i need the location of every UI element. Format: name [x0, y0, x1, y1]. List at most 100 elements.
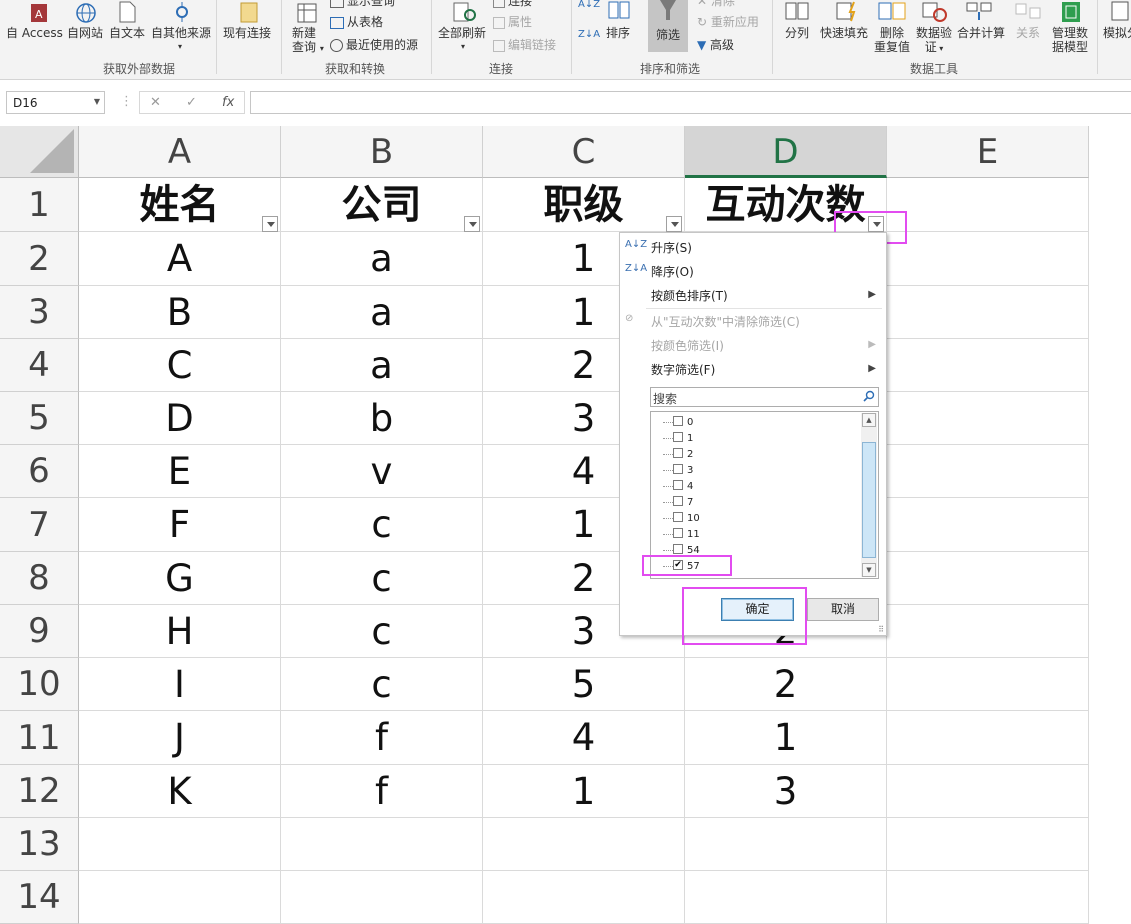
table-cell[interactable] — [887, 339, 1089, 392]
what-if-analysis-button[interactable]: 模拟分 — [1103, 26, 1131, 40]
table-cell[interactable]: E — [79, 445, 281, 498]
checkbox[interactable] — [673, 448, 683, 458]
table-cell[interactable] — [685, 871, 887, 924]
table-cell[interactable]: c — [281, 605, 483, 658]
table-cell[interactable] — [483, 871, 685, 924]
table-cell[interactable]: b — [281, 392, 483, 445]
table-cell[interactable]: I — [79, 658, 281, 711]
table-cell[interactable]: C — [79, 339, 281, 392]
filter-dropdown-icon[interactable] — [464, 216, 480, 232]
table-cell[interactable]: B — [79, 286, 281, 339]
row-header[interactable]: 14 — [0, 871, 79, 924]
table-cell[interactable] — [887, 605, 1089, 658]
table-cell[interactable] — [887, 711, 1089, 765]
table-cell[interactable]: v — [281, 445, 483, 498]
from-other-sources-button[interactable]: 自其他来源 — [151, 26, 211, 40]
table-cell[interactable] — [887, 871, 1089, 924]
checkbox[interactable] — [673, 528, 683, 538]
sort-by-color-item[interactable]: 按颜色排序(T) — [651, 287, 728, 304]
filter-value-item[interactable]: 3 — [673, 463, 693, 478]
table-cell[interactable] — [281, 871, 483, 924]
table-cell[interactable]: J — [79, 711, 281, 765]
scroll-down-icon[interactable]: ▼ — [862, 563, 876, 577]
scrollbar-thumb[interactable] — [862, 442, 876, 558]
table-cell[interactable] — [281, 818, 483, 871]
text-to-columns-button[interactable]: 分列 — [785, 26, 809, 40]
table-cell[interactable]: 1 — [483, 765, 685, 818]
scroll-up-icon[interactable]: ▲ — [862, 413, 876, 427]
header-cell[interactable]: 职级 — [483, 178, 685, 232]
filter-dropdown-icon[interactable] — [262, 216, 278, 232]
connections-button[interactable]: 连接 — [493, 0, 532, 8]
table-cell[interactable] — [685, 818, 887, 871]
table-cell[interactable]: H — [79, 605, 281, 658]
checkbox[interactable] — [673, 480, 683, 490]
column-header-b[interactable]: B — [281, 126, 483, 178]
recent-sources-button[interactable]: 最近使用的源 — [330, 38, 418, 52]
header-cell[interactable]: 公司 — [281, 178, 483, 232]
cancel-button[interactable]: 取消 — [807, 598, 879, 621]
manage-data-model-button[interactable]: 管理数 据模型 — [1052, 26, 1088, 54]
table-cell[interactable]: 2 — [685, 658, 887, 711]
table-cell[interactable] — [79, 818, 281, 871]
from-text-button[interactable]: 自文本 — [109, 26, 145, 40]
table-cell[interactable]: F — [79, 498, 281, 552]
column-header-a[interactable]: A — [79, 126, 281, 178]
consolidate-button[interactable]: 合并计算 — [957, 26, 1005, 40]
table-cell[interactable] — [887, 498, 1089, 552]
filter-value-item[interactable]: 11 — [673, 527, 700, 542]
remove-duplicates-button[interactable]: 删除 重复值 — [874, 26, 910, 54]
row-header[interactable]: 12 — [0, 765, 79, 818]
table-cell[interactable]: D — [79, 392, 281, 445]
filter-value-item[interactable]: 1 — [673, 431, 693, 446]
show-queries-button[interactable]: 显示查询 — [330, 0, 395, 8]
column-header-e[interactable]: E — [887, 126, 1089, 178]
table-cell[interactable] — [79, 871, 281, 924]
number-filters-item[interactable]: 数字筛选(F) — [651, 361, 715, 378]
row-header[interactable]: 3 — [0, 286, 79, 339]
table-cell[interactable]: c — [281, 552, 483, 605]
table-cell[interactable] — [887, 445, 1089, 498]
row-header[interactable]: 1 — [0, 178, 79, 232]
enter-icon[interactable]: ✓ — [186, 95, 197, 110]
insert-function-icon[interactable]: fx — [222, 95, 234, 110]
checkbox[interactable] — [673, 416, 683, 426]
column-header-d[interactable]: D — [685, 126, 887, 178]
column-header-c[interactable]: C — [483, 126, 685, 178]
table-cell[interactable]: f — [281, 711, 483, 765]
filter-dropdown-icon[interactable] — [666, 216, 682, 232]
chevron-down-icon[interactable]: ▼ — [94, 97, 100, 106]
table-cell[interactable]: 5 — [483, 658, 685, 711]
filter-value-item[interactable]: 0 — [673, 415, 693, 430]
filter-value-item[interactable]: 10 — [673, 511, 700, 526]
table-cell[interactable]: a — [281, 339, 483, 392]
refresh-all-button[interactable]: 全部刷新 — [438, 26, 486, 40]
checkbox[interactable] — [673, 496, 683, 506]
table-cell[interactable]: f — [281, 765, 483, 818]
row-header[interactable]: 7 — [0, 498, 79, 552]
table-cell[interactable]: c — [281, 658, 483, 711]
header-cell[interactable]: 姓名 — [79, 178, 281, 232]
table-cell[interactable] — [887, 818, 1089, 871]
flash-fill-button[interactable]: 快速填充 — [820, 26, 868, 40]
checkbox[interactable] — [673, 512, 683, 522]
formula-input[interactable] — [250, 91, 1131, 114]
table-cell[interactable]: a — [281, 286, 483, 339]
table-cell[interactable]: K — [79, 765, 281, 818]
reapply-button[interactable]: ↻ 重新应用 — [697, 15, 759, 29]
list-scrollbar[interactable]: ▲ ▼ — [861, 413, 877, 577]
table-cell[interactable]: 4 — [483, 711, 685, 765]
table-cell[interactable]: c — [281, 498, 483, 552]
existing-connections-button[interactable]: 现有连接 — [223, 26, 271, 40]
name-box[interactable]: D16 ▼ — [6, 91, 105, 114]
table-cell[interactable] — [887, 178, 1089, 232]
table-cell[interactable] — [887, 552, 1089, 605]
table-cell[interactable]: 3 — [685, 765, 887, 818]
select-all-button[interactable] — [0, 126, 79, 178]
filter-search-input[interactable]: 搜索 — [650, 387, 879, 407]
row-header[interactable]: 11 — [0, 711, 79, 765]
row-header[interactable]: 5 — [0, 392, 79, 445]
filter-button[interactable]: 筛选 — [648, 0, 688, 52]
edit-links-button[interactable]: 编辑链接 — [493, 38, 556, 52]
table-cell[interactable]: a — [281, 232, 483, 286]
